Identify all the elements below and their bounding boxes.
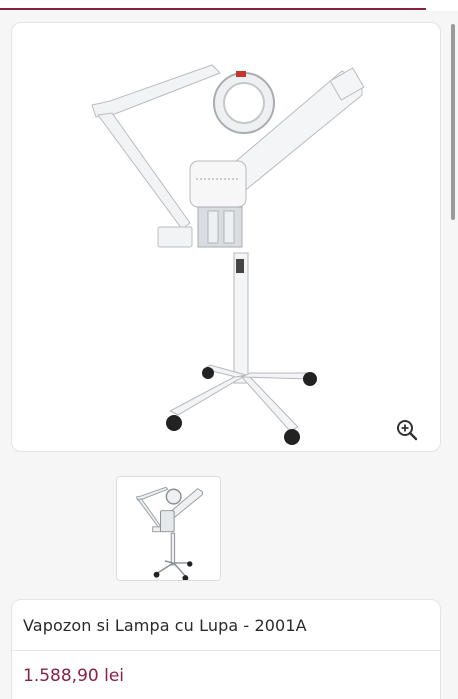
top-accent-line xyxy=(0,8,426,10)
product-price: 1.588,90 lei xyxy=(23,666,125,686)
thumbnail-image xyxy=(135,486,203,580)
product-gallery xyxy=(11,22,441,452)
top-bar xyxy=(0,0,458,11)
product-title: Vapozon si Lampa cu Lupa - 2001A xyxy=(23,616,307,635)
product-thumbnail[interactable] xyxy=(116,476,221,581)
zoom-in-icon xyxy=(397,420,418,441)
divider xyxy=(12,650,440,651)
product-image[interactable] xyxy=(12,23,441,452)
zoom-button[interactable] xyxy=(392,415,422,445)
product-info: Vapozon si Lampa cu Lupa - 2001A 1.588,9… xyxy=(11,599,441,699)
scrollbar[interactable] xyxy=(451,24,455,220)
